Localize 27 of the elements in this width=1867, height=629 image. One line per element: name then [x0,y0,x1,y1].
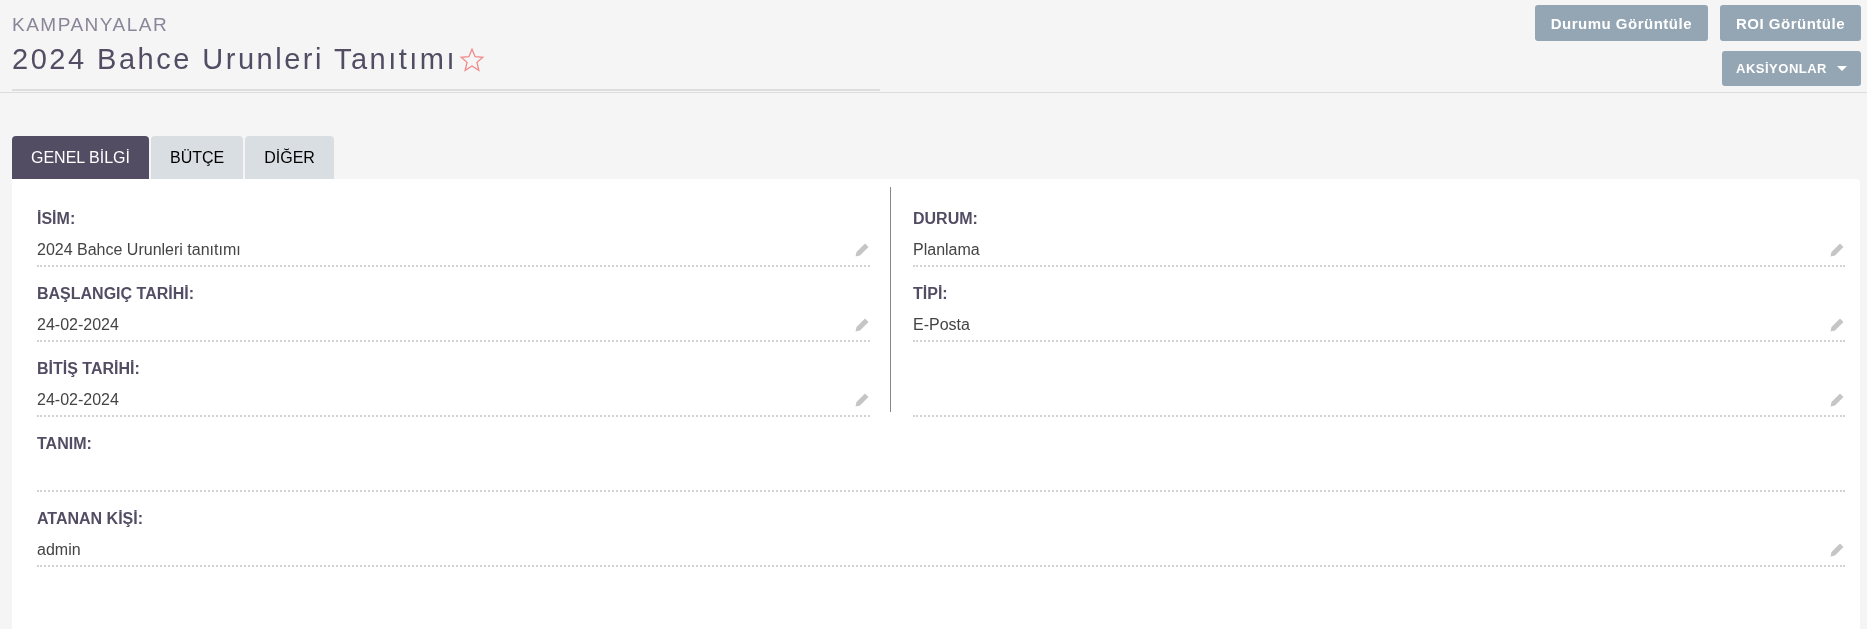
caret-icon [1837,66,1847,71]
tab[interactable]: BÜTÇE [151,136,244,179]
field-label: ATANAN KİŞİ: [37,510,145,529]
field-label: TANIM: [37,435,93,454]
tab[interactable]: GENEL BİLGİ [12,136,149,179]
field-label: BİTİŞ TARİHİ: [37,360,141,379]
tab[interactable]: DİĞER [245,136,334,179]
field-value: 24-02-2024 [37,391,119,409]
field-label: BAŞLANGIÇ TARİHİ: [37,285,196,304]
module-name: KAMPANYALAR [12,14,169,36]
pencil-icon[interactable] [1829,542,1845,558]
record-title: 2024 Bahce Urunleri Tanıtımı [12,43,458,76]
pencil-icon[interactable] [1829,242,1845,258]
field-value: E-Posta [913,316,970,334]
field-label: DURUM: [913,210,979,229]
pencil-icon[interactable] [1829,392,1845,408]
field-value: admin [37,541,81,559]
pencil-icon[interactable] [854,317,870,333]
field-label: İSİM: [37,210,77,229]
pencil-icon[interactable] [854,392,870,408]
field-value: 2024 Bahce Urunleri tanıtımı [37,241,241,259]
pencil-icon[interactable] [854,242,870,258]
field-value: 24-02-2024 [37,316,119,334]
field-value: Planlama [913,241,980,259]
pencil-icon[interactable] [1829,317,1845,333]
field-label: TİPİ: [913,285,949,304]
star-icon[interactable] [459,46,486,73]
